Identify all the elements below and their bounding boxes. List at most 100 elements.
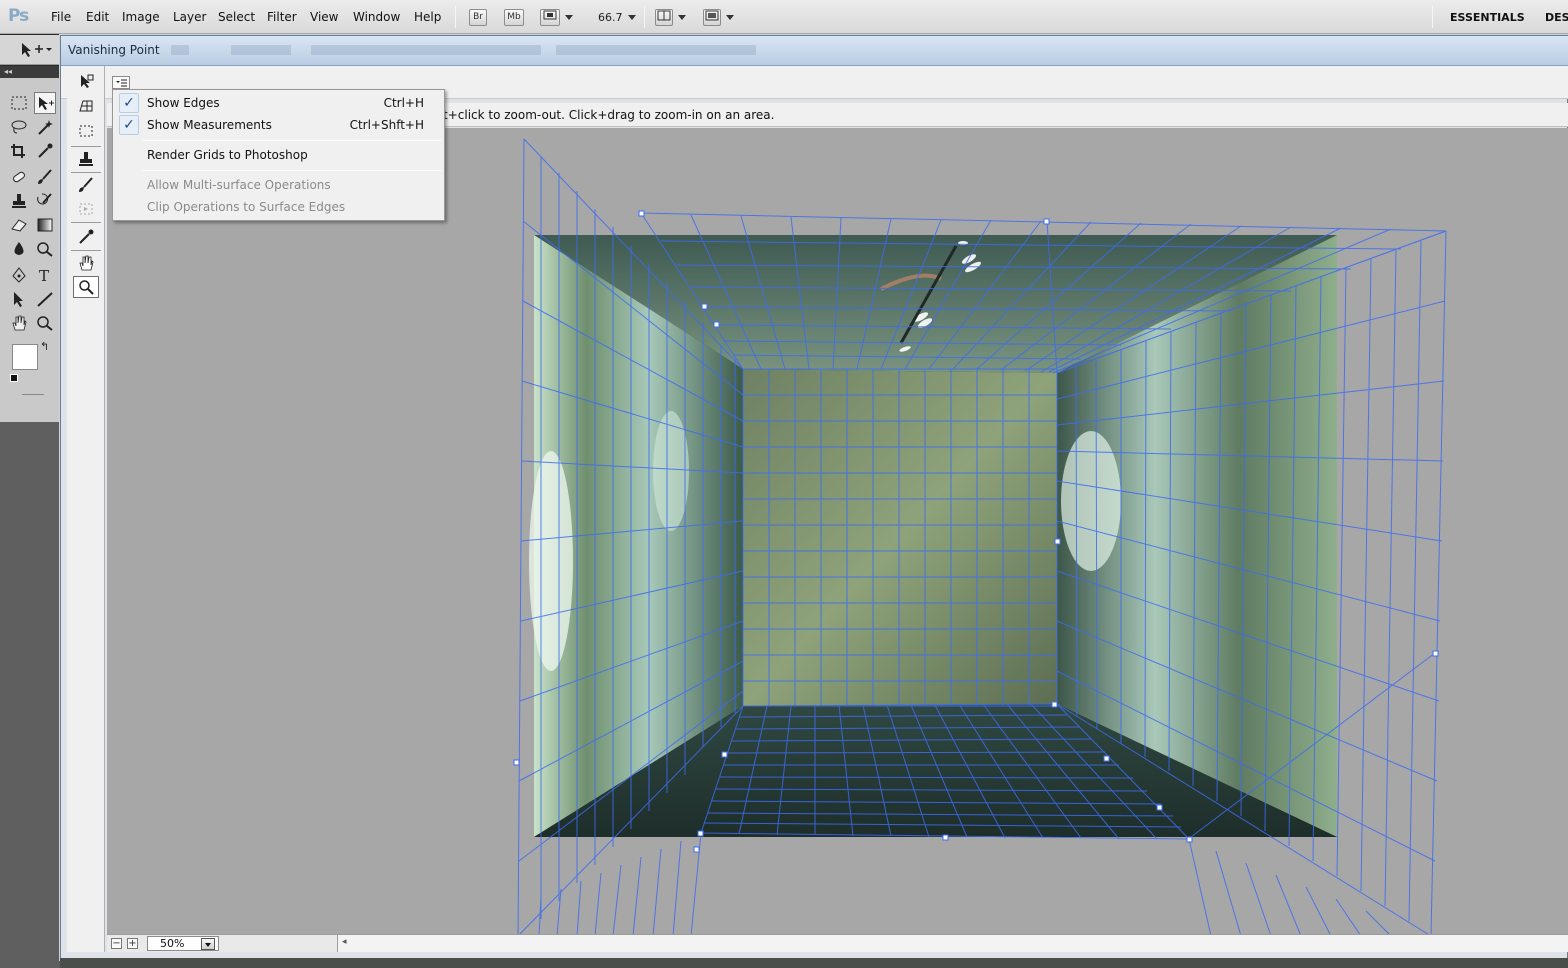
menu-window[interactable]: Window — [353, 10, 400, 24]
bridge-button[interactable]: Br — [469, 9, 487, 26]
chevron-down-icon[interactable] — [565, 15, 573, 20]
settings-dropdown-menu: ✓ Show Edges Ctrl+H ✓ Show Measurements … — [112, 89, 445, 221]
quick-mask-divider — [22, 394, 44, 395]
plane-edge-handle[interactable] — [942, 834, 949, 841]
swap-colors-icon[interactable]: ↰ — [40, 340, 49, 353]
checkmark-icon: ✓ — [119, 115, 139, 135]
plane-corner-handle[interactable] — [713, 321, 720, 328]
zoom-level-readout[interactable]: 66.7 — [598, 11, 623, 24]
perspective-grid-svg[interactable] — [107, 128, 1568, 942]
blur-icon[interactable] — [8, 238, 30, 260]
workspace-design[interactable]: DES — [1545, 11, 1568, 24]
view-extras-button[interactable] — [540, 9, 560, 26]
healing-brush-icon[interactable] — [8, 166, 30, 188]
edit-plane-tool-icon[interactable] — [73, 70, 99, 92]
plane-corner-handle[interactable] — [721, 751, 728, 758]
chevron-down-icon[interactable] — [678, 15, 686, 20]
plane-corner-handle[interactable] — [701, 303, 708, 310]
chevron-down-icon[interactable] — [628, 15, 636, 20]
history-brush-icon[interactable] — [34, 190, 56, 212]
tool-options-bar — [0, 35, 62, 65]
hand-tool-icon[interactable] — [73, 252, 99, 274]
line-shape-icon[interactable] — [34, 288, 56, 310]
photoshop-logo: Ps — [8, 6, 29, 26]
plane-edge-handle[interactable] — [513, 759, 520, 766]
menu-select[interactable]: Select — [218, 10, 255, 24]
room-photo — [529, 235, 1337, 837]
eyedropper-tool-icon[interactable] — [73, 226, 99, 248]
transform-tool-icon[interactable] — [73, 198, 99, 220]
arrange-icon — [657, 10, 671, 21]
settings-menu-button[interactable] — [112, 76, 130, 89]
menu-separator — [143, 140, 441, 141]
plane-edge-handle[interactable] — [1156, 804, 1163, 811]
rect-marquee-icon[interactable] — [8, 92, 30, 114]
foreground-color-swatch[interactable] — [12, 344, 38, 370]
plane-edge-handle[interactable] — [1054, 538, 1061, 545]
marquee-tool-icon[interactable] — [73, 120, 99, 142]
menu-help[interactable]: Help — [414, 10, 441, 24]
plane-corner-handle[interactable] — [697, 830, 704, 837]
workspace-essentials[interactable]: ESSENTIALS — [1450, 11, 1525, 24]
stamp-tool-icon[interactable] — [73, 148, 99, 170]
zoom-icon[interactable] — [34, 312, 56, 334]
dialog-title: Vanishing Point — [68, 43, 160, 57]
menubar-divider — [455, 6, 456, 28]
zoom-dropdown-button[interactable] — [201, 938, 215, 950]
dialog-titlebar[interactable]: Vanishing Point — [61, 36, 1568, 66]
menu-edit[interactable]: Edit — [86, 10, 109, 24]
vanishing-point-canvas[interactable] — [107, 128, 1568, 942]
eraser-icon[interactable] — [8, 214, 30, 236]
crop-icon[interactable] — [8, 140, 30, 162]
menu-item-show-measurements[interactable]: ✓ Show Measurements Ctrl+Shft+H — [113, 114, 444, 136]
menu-file[interactable]: File — [51, 10, 71, 24]
app-menubar: Ps File Edit Image Layer Select Filter V… — [0, 0, 1568, 34]
tool-divider — [71, 146, 101, 147]
svg-text:T: T — [39, 267, 49, 283]
create-plane-tool-icon[interactable] — [73, 94, 99, 116]
plane-edge-handle[interactable] — [1043, 218, 1050, 225]
zoom-in-button[interactable]: + — [127, 938, 138, 949]
type-icon[interactable]: T — [34, 264, 56, 286]
plane-corner-handle[interactable] — [1186, 836, 1193, 843]
move-tool-icon[interactable] — [34, 92, 56, 114]
menu-item-shortcut: Ctrl+Shft+H — [349, 118, 424, 132]
move-tool-preset-icon[interactable] — [18, 40, 58, 60]
clone-stamp-icon[interactable] — [8, 190, 30, 212]
arrange-documents-button[interactable] — [655, 9, 673, 26]
menu-item-shortcut: Ctrl+H — [383, 96, 424, 110]
brush-tool-icon[interactable] — [73, 174, 99, 196]
magic-wand-icon[interactable] — [34, 116, 56, 138]
lasso-icon[interactable] — [8, 116, 30, 138]
default-colors-icon[interactable] — [10, 374, 18, 382]
panel-collapse-icon[interactable]: ◂◂ — [0, 66, 60, 78]
gradient-icon[interactable] — [34, 214, 56, 236]
menu-layer[interactable]: Layer — [173, 10, 206, 24]
eyedropper-icon[interactable] — [34, 140, 56, 162]
brush-icon[interactable] — [34, 166, 56, 188]
menu-image[interactable]: Image — [122, 10, 160, 24]
plane-edge-handle[interactable] — [693, 846, 700, 853]
hand-icon[interactable] — [8, 312, 30, 334]
menu-view[interactable]: View — [310, 10, 338, 24]
zoom-tool-icon[interactable] — [73, 276, 99, 298]
scroll-left-icon[interactable]: ◂ — [342, 937, 347, 947]
path-selection-icon[interactable] — [8, 288, 30, 310]
mini-bridge-button[interactable]: Mb — [504, 9, 524, 26]
menu-item-label: Render Grids to Photoshop — [147, 148, 308, 162]
plane-corner-handle[interactable] — [638, 210, 645, 217]
dodge-icon[interactable] — [34, 238, 56, 260]
menu-item-show-edges[interactable]: ✓ Show Edges Ctrl+H — [113, 92, 444, 114]
menu-filter[interactable]: Filter — [267, 10, 297, 24]
menubar-divider — [644, 6, 645, 28]
plane-edge-handle[interactable] — [1103, 755, 1110, 762]
menu-item-clip-operations: Clip Operations to Surface Edges — [113, 196, 444, 218]
plane-edge-handle[interactable] — [1432, 650, 1439, 657]
chevron-down-icon[interactable] — [726, 15, 734, 20]
plane-corner-handle[interactable] — [1051, 701, 1058, 708]
menu-item-render-grids[interactable]: Render Grids to Photoshop — [113, 144, 444, 166]
screen-mode-button[interactable] — [703, 9, 721, 26]
pen-icon[interactable] — [8, 264, 30, 286]
zoom-out-button[interactable]: − — [111, 938, 122, 949]
horizontal-scrollbar[interactable]: ◂ — [337, 935, 1568, 952]
